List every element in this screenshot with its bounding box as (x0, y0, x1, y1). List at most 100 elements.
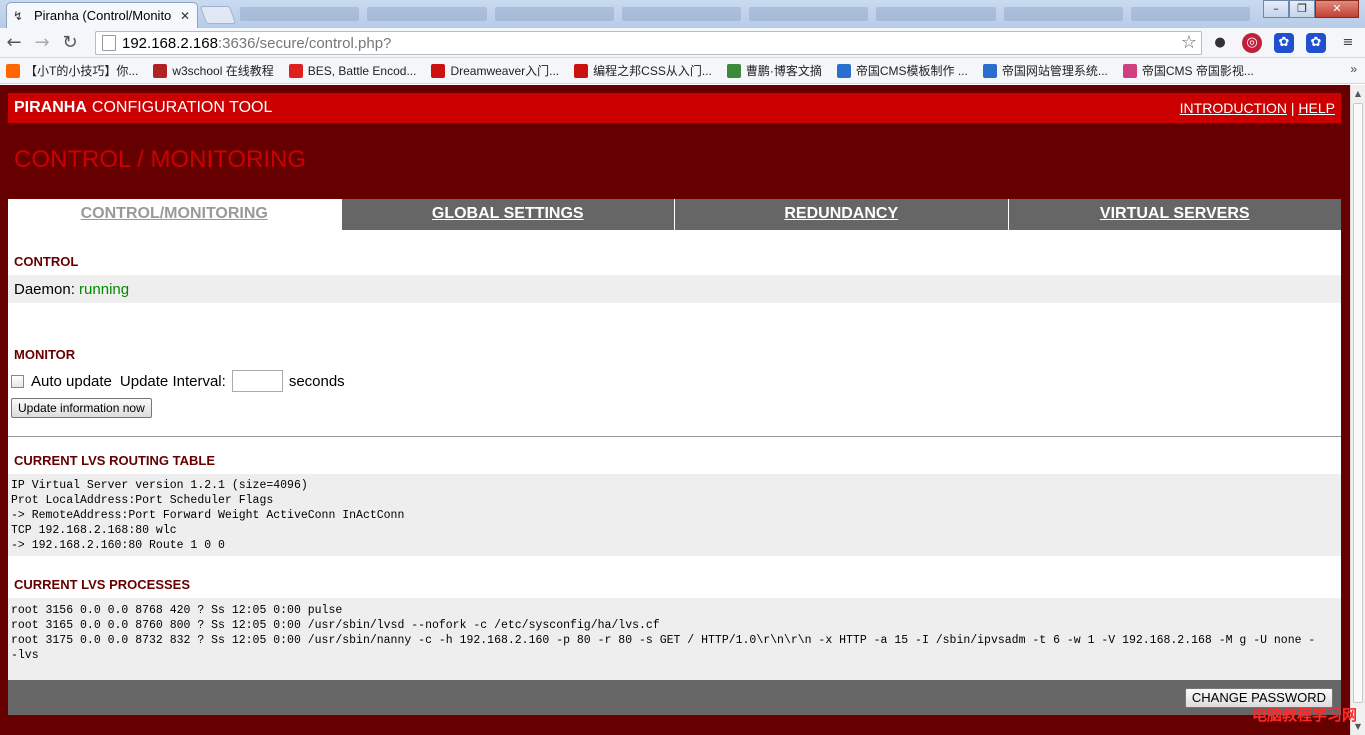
bookmark-label: Dreamweaver入门... (450, 64, 560, 78)
monitor-heading: MONITOR (14, 347, 76, 362)
tab-control-monitoring[interactable]: CONTROL/MONITORING (8, 199, 341, 230)
bookmark-favicon-icon (431, 63, 446, 78)
browser-tab-active[interactable]: ↯ Piranha (Control/Monito ✕ (6, 2, 198, 28)
reload-icon[interactable]: ↻ (56, 29, 84, 57)
background-tab[interactable] (621, 7, 741, 21)
bookmark-favicon-icon (982, 63, 997, 78)
bookmark-item[interactable]: 帝国CMS 帝国影视... (1122, 62, 1254, 79)
bookmark-favicon-icon (1122, 63, 1137, 78)
routing-line: IP Virtual Server version 1.2.1 (size=40… (11, 479, 308, 492)
bookmark-item[interactable]: 【小T的小技巧】你... (6, 62, 138, 79)
bookmark-favicon-icon (6, 63, 20, 78)
background-tabs (240, 4, 1250, 24)
routing-line: Prot LocalAddress:Port Scheduler Flags (11, 494, 274, 507)
background-tab[interactable] (494, 7, 614, 21)
background-tab[interactable] (1130, 7, 1250, 21)
scroll-up-icon[interactable]: ▲ (1353, 89, 1363, 98)
url-host: 192.168.2.168 (122, 34, 218, 52)
page-body: PIRANHA CONFIGURATION TOOL INTRODUCTION … (0, 85, 1350, 735)
piranha-favicon-icon: ↯ (13, 8, 24, 23)
tab-global-settings[interactable]: GLOBAL SETTINGS (340, 199, 674, 230)
tab-title: Piranha (Control/Monito (34, 8, 172, 23)
monitor-controls: Auto update Update Interval: seconds (11, 370, 345, 392)
bookmark-favicon-icon (153, 63, 168, 78)
bookmark-star-icon[interactable]: ☆ (1181, 32, 1197, 54)
extension-icons: ● ◎ ✿ ✿ ≡ (1210, 33, 1358, 53)
routing-line: -> 192.168.2.160:80 Route 1 0 0 (11, 539, 225, 552)
back-arrow-icon[interactable]: ← (0, 29, 28, 57)
vertical-scrollbar[interactable]: ▲ ▼ (1350, 85, 1365, 735)
process-line: root 3156 0.0 0.0 8768 420 ? Ss 12:05 0:… (11, 604, 343, 617)
background-tab[interactable] (367, 7, 487, 21)
background-tab[interactable] (1003, 7, 1123, 21)
scroll-thumb[interactable] (1353, 103, 1363, 703)
routing-table-block: IP Virtual Server version 1.2.1 (size=40… (8, 474, 1341, 556)
bookmark-favicon-icon (726, 63, 741, 78)
new-tab-button[interactable] (199, 6, 237, 24)
bookmark-item[interactable]: 曹鹏·博客文摘 (726, 62, 822, 79)
bookmark-item[interactable]: w3school 在线教程 (153, 62, 274, 79)
help-link[interactable]: HELP (1298, 100, 1335, 116)
update-information-button[interactable]: Update information now (11, 398, 152, 418)
header-links: INTRODUCTION | HELP (1180, 100, 1335, 116)
main-nav-tabs: CONTROL/MONITORING GLOBAL SETTINGS REDUN… (8, 199, 1341, 230)
page-title: CONTROL / MONITORING (14, 146, 307, 173)
daemon-state: running (79, 281, 130, 298)
app-header: PIRANHA CONFIGURATION TOOL INTRODUCTION … (8, 93, 1341, 123)
url-path: :3636/secure/control.php? (217, 34, 392, 52)
background-tab[interactable] (240, 7, 360, 21)
bookmark-item[interactable]: BES, Battle Encod... (288, 63, 417, 78)
introduction-link[interactable]: INTRODUCTION (1180, 100, 1287, 116)
process-line: -lvs (11, 649, 39, 662)
routing-table-heading: CURRENT LVS ROUTING TABLE (14, 453, 216, 468)
paw-icon[interactable]: ✿ (1274, 33, 1294, 53)
app-title: CONFIGURATION TOOL (91, 99, 273, 116)
bookmark-item[interactable]: 帝国网站管理系统... (982, 62, 1108, 79)
bookmark-favicon-icon (836, 63, 851, 78)
close-window-icon[interactable]: ✕ (1315, 0, 1359, 18)
link-separator: | (1290, 100, 1295, 116)
daemon-row: Daemon: running (8, 275, 1341, 303)
maximize-icon[interactable]: ❐ (1289, 0, 1315, 18)
auto-update-checkbox[interactable] (11, 374, 24, 388)
location-pin-icon[interactable]: ● (1210, 33, 1230, 53)
bookmark-item[interactable]: 帝国CMS模板制作 ... (836, 62, 968, 79)
bookmark-favicon-icon (288, 63, 303, 78)
bookmarks-overflow-icon[interactable]: » (1350, 62, 1357, 76)
tab-virtual-servers[interactable]: VIRTUAL SERVERS (1007, 199, 1341, 230)
routing-line: TCP 192.168.2.168:80 wlc (11, 524, 177, 537)
bookmark-label: BES, Battle Encod... (307, 63, 417, 78)
daemon-status: Daemon: running (14, 281, 129, 298)
bookmark-item[interactable]: 编程之邦CSS从入门... (574, 62, 712, 79)
page-icon (102, 35, 116, 51)
processes-block: root 3156 0.0 0.0 8768 420 ? Ss 12:05 0:… (8, 598, 1341, 680)
daemon-label: Daemon: (14, 281, 75, 298)
bookmark-label: 帝国CMS 帝国影视... (1141, 64, 1254, 78)
browser-toolbar: ← → ↻ 192.168.2.168 :3636/secure/control… (0, 28, 1365, 58)
tab-redundancy[interactable]: REDUNDANCY (674, 199, 1008, 230)
watermark-text: 电脑教程学习网 (1251, 706, 1357, 724)
menu-icon[interactable]: ≡ (1338, 33, 1358, 53)
background-tab[interactable] (876, 7, 996, 21)
minimize-icon[interactable]: – (1263, 0, 1289, 18)
background-tab[interactable] (749, 7, 869, 21)
processes-heading: CURRENT LVS PROCESSES (14, 577, 191, 592)
control-heading: CONTROL (14, 254, 79, 269)
routing-line: -> RemoteAddress:Port Forward Weight Act… (11, 509, 405, 522)
bookmark-label: 曹鹏·博客文摘 (745, 64, 822, 78)
tab-close-icon[interactable]: ✕ (180, 9, 190, 23)
forward-arrow-icon[interactable]: → (28, 29, 56, 57)
update-interval-input[interactable] (231, 370, 283, 392)
bookmark-label: 【小T的小技巧】你... (25, 64, 139, 78)
extension-circle-icon[interactable]: ◎ (1242, 33, 1262, 53)
bookmark-label: 帝国网站管理系统... (1001, 64, 1108, 78)
seconds-label: seconds (288, 372, 345, 390)
auto-update-label: Auto update (31, 372, 112, 390)
bookmark-label: 编程之邦CSS从入门... (593, 64, 712, 78)
bookmark-favicon-icon (574, 63, 589, 78)
process-line: root 3165 0.0 0.0 8760 800 ? Ss 12:05 0:… (11, 619, 660, 632)
bookmarks-bar: 【小T的小技巧】你... w3school 在线教程 BES, Battle E… (0, 58, 1365, 84)
paw-icon[interactable]: ✿ (1306, 33, 1326, 53)
bookmark-item[interactable]: Dreamweaver入门... (431, 62, 559, 79)
address-bar[interactable]: 192.168.2.168 :3636/secure/control.php? … (95, 31, 1202, 55)
